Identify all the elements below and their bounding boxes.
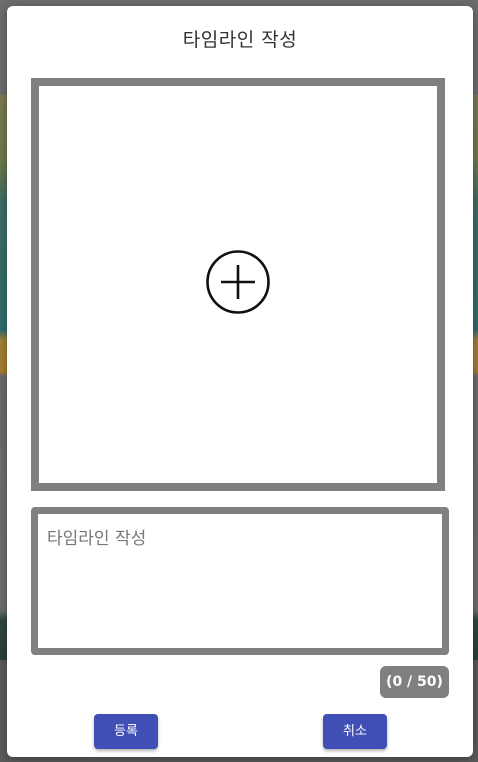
char-counter: (0 / 50) bbox=[380, 666, 449, 698]
plus-circle-icon[interactable] bbox=[206, 250, 270, 314]
cancel-button[interactable]: 취소 bbox=[323, 714, 387, 749]
caption-box bbox=[31, 507, 449, 655]
caption-input[interactable] bbox=[38, 514, 442, 648]
image-upload-area[interactable] bbox=[31, 78, 445, 491]
modal-title: 타임라인 작성 bbox=[182, 29, 298, 51]
timeline-compose-modal: 타임라인 작성 (0 / 50) 등록 취소 bbox=[7, 6, 473, 757]
submit-button[interactable]: 등록 bbox=[94, 714, 158, 749]
